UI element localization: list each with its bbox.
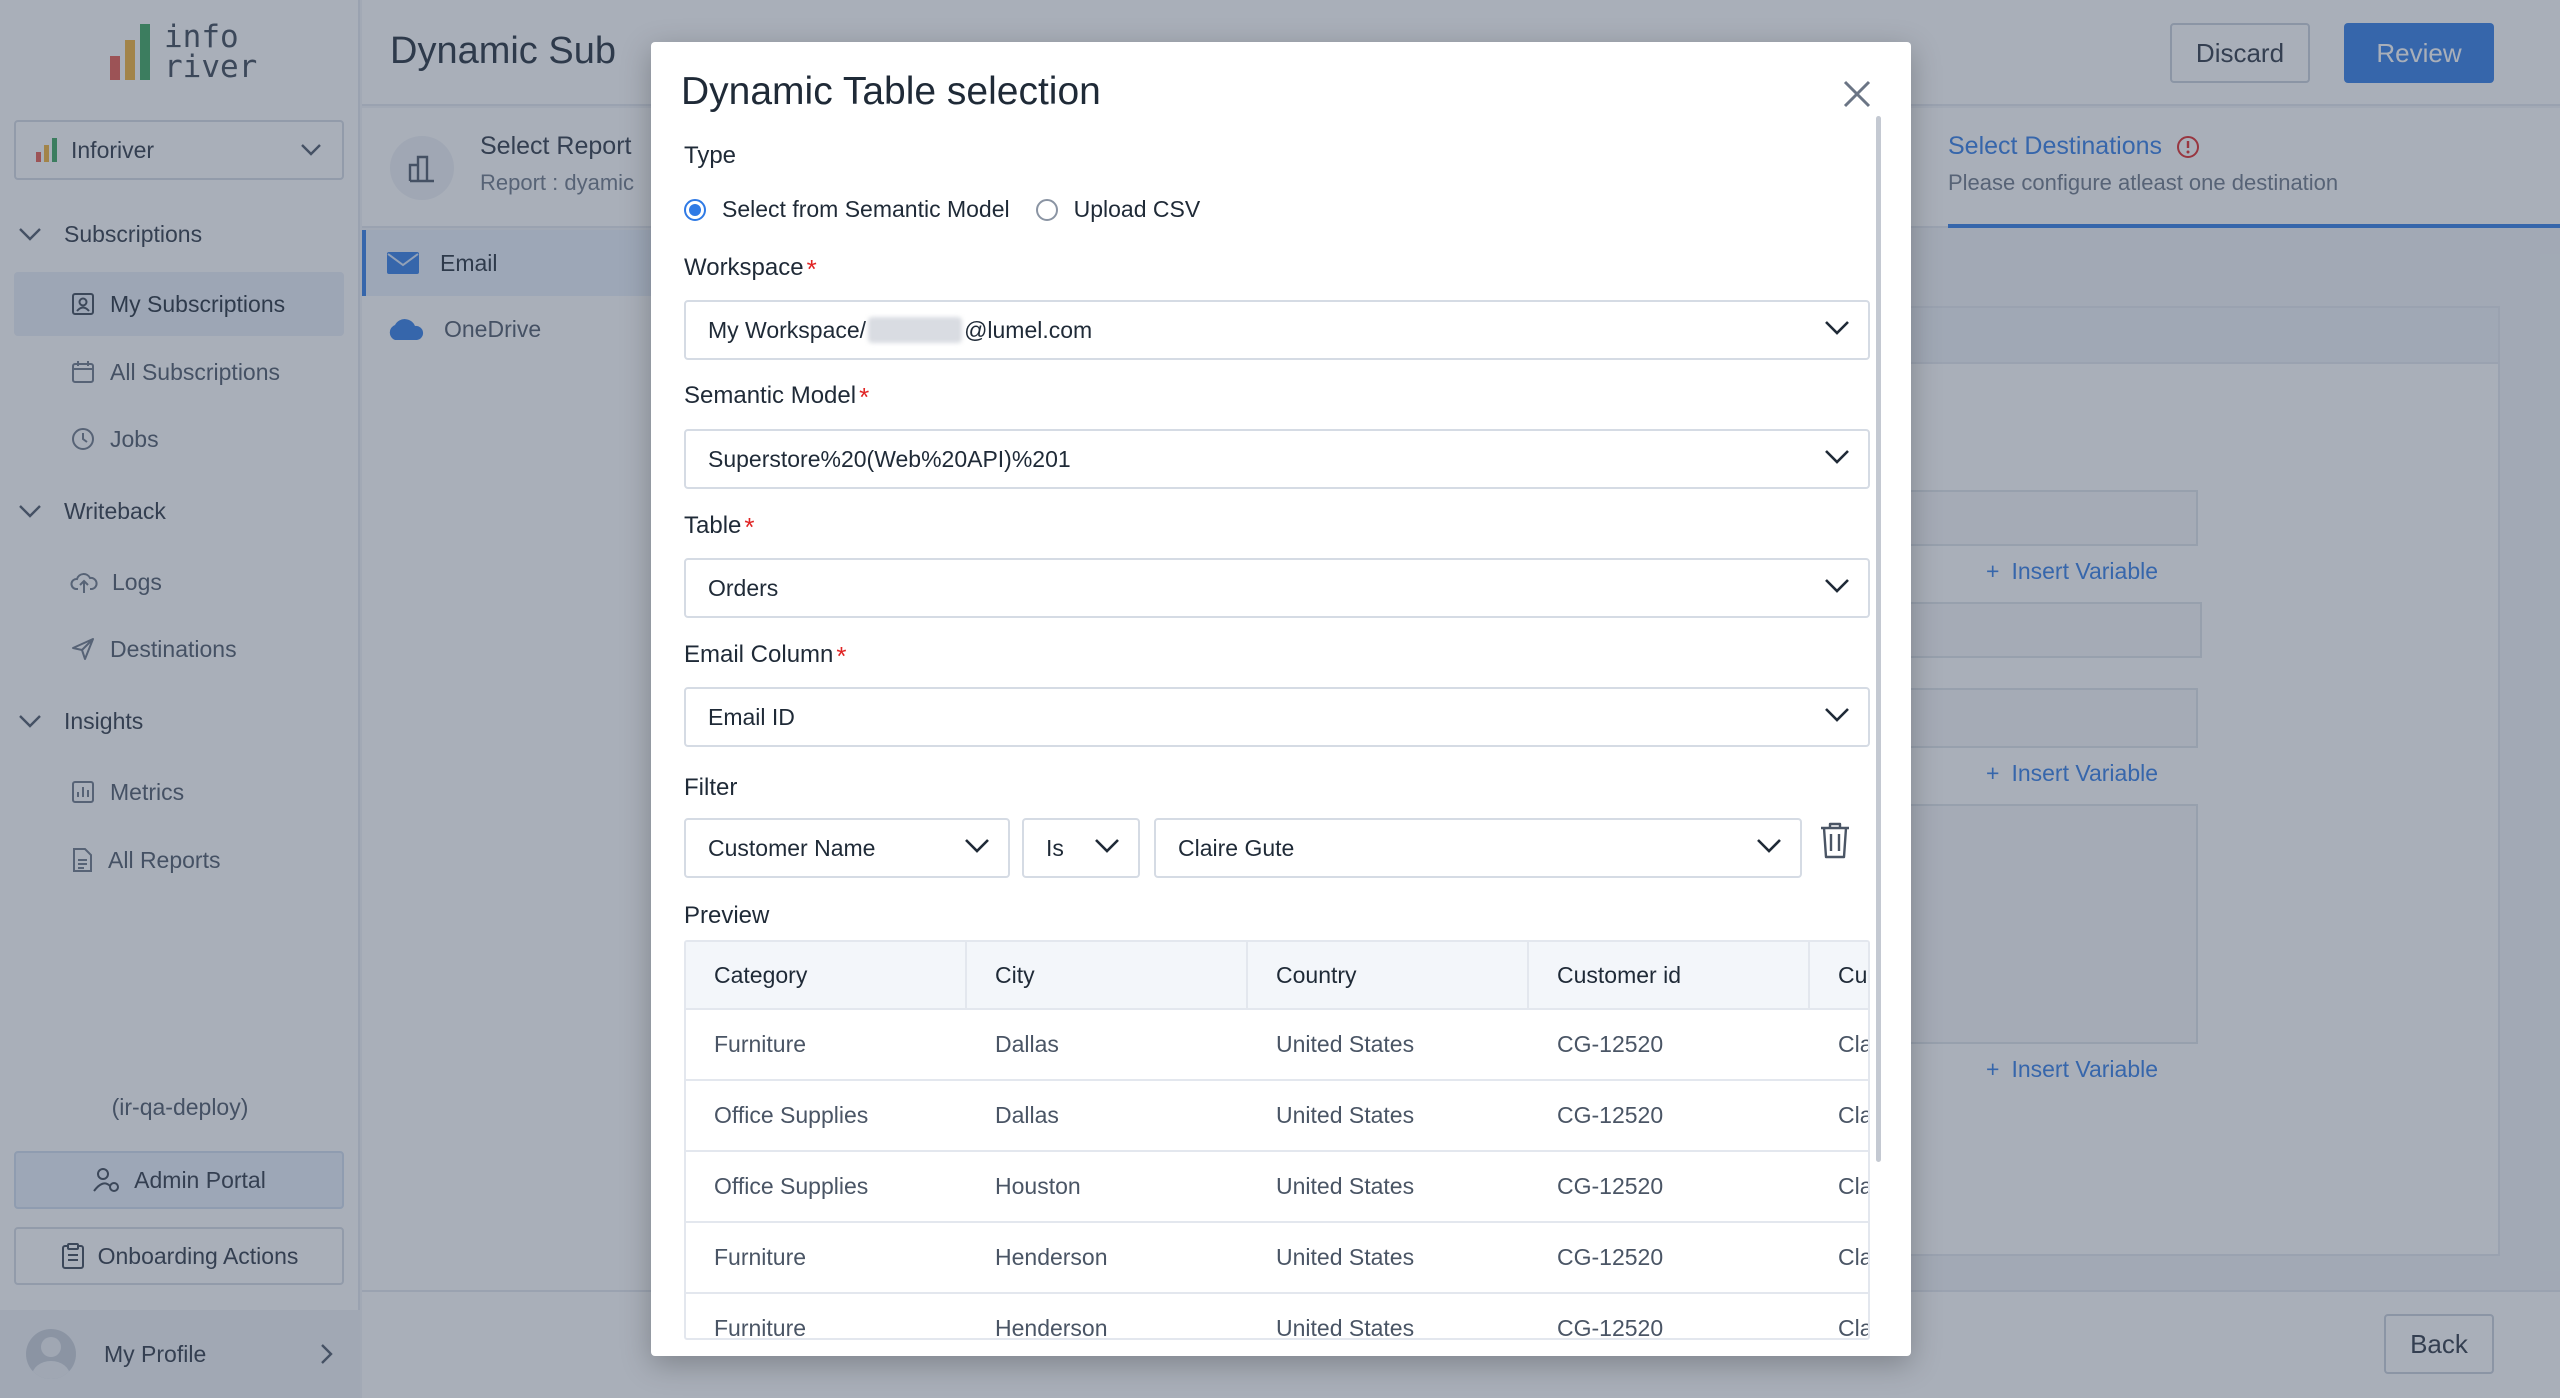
trash-icon[interactable]	[1818, 820, 1852, 860]
workspace-prefix: My Workspace/	[708, 316, 867, 343]
chevron-down-icon	[1825, 450, 1849, 464]
table-cell: Houston	[995, 1173, 1081, 1199]
radio-semantic-model[interactable]	[684, 198, 706, 221]
close-icon[interactable]	[1839, 76, 1875, 112]
table-row: Office Supplies Houston United States CG…	[686, 1152, 1868, 1223]
column-header: City	[967, 942, 1248, 1008]
redacted-username	[868, 317, 963, 343]
chevron-down-icon	[965, 839, 989, 853]
email-column-dropdown[interactable]: Email ID	[684, 687, 1870, 747]
table-cell: Office Supplies	[714, 1173, 869, 1199]
column-header: Category	[686, 942, 967, 1008]
semantic-model-value: Superstore%20(Web%20API)%201	[708, 445, 1071, 472]
table-header: Category City Country Customer id Cu	[686, 942, 1868, 1010]
table-row: Furniture Dallas United States CG-12520 …	[686, 1010, 1868, 1081]
chevron-down-icon	[1825, 579, 1849, 593]
table-cell: Furniture	[714, 1244, 807, 1270]
table-cell: Office Supplies	[714, 1102, 869, 1128]
table-cell: Cla	[1838, 1173, 1870, 1199]
radio-semantic-model-label[interactable]: Select from Semantic Model	[722, 196, 1010, 223]
chevron-down-icon	[1095, 839, 1119, 853]
table-cell: United States	[1276, 1173, 1415, 1199]
table-cell: Henderson	[995, 1315, 1108, 1340]
table-value: Orders	[708, 574, 779, 601]
chevron-down-icon	[1757, 839, 1781, 853]
chevron-down-icon	[1825, 321, 1849, 335]
table-cell: Cla	[1838, 1031, 1870, 1057]
table-cell: CG-12520	[1557, 1031, 1664, 1057]
filter-operator-dropdown[interactable]: Is	[1022, 818, 1140, 878]
email-column-label: Email Column *	[684, 641, 847, 672]
column-header: Cu	[1810, 942, 1868, 1008]
workspace-label-text: Workspace	[684, 254, 804, 281]
workspace-dropdown[interactable]: My Workspace/ @lumel.com	[684, 300, 1870, 360]
table-cell: Cla	[1838, 1102, 1870, 1128]
dialog-scrollbar[interactable]	[1876, 116, 1881, 1162]
table-label-text: Table	[684, 512, 742, 539]
table-cell: United States	[1276, 1244, 1415, 1270]
table-dropdown[interactable]: Orders	[684, 558, 1870, 618]
table-cell: United States	[1276, 1315, 1415, 1340]
table-cell: Dallas	[995, 1031, 1059, 1057]
email-column-label-text: Email Column	[684, 641, 834, 668]
required-marker: *	[806, 254, 817, 284]
table-cell: Furniture	[714, 1031, 807, 1057]
filter-value-dropdown[interactable]: Claire Gute	[1154, 818, 1802, 878]
filter-label: Filter	[684, 774, 738, 801]
filter-value: Claire Gute	[1178, 834, 1295, 861]
semantic-model-dropdown[interactable]: Superstore%20(Web%20API)%201	[684, 429, 1870, 489]
table-cell: United States	[1276, 1031, 1415, 1057]
radio-upload-csv[interactable]	[1035, 198, 1058, 221]
table-cell: Cla	[1838, 1315, 1870, 1340]
chevron-down-icon	[1825, 708, 1849, 722]
column-header: Country	[1248, 942, 1529, 1008]
type-label: Type	[684, 142, 737, 169]
table-cell: United States	[1276, 1102, 1415, 1128]
table-cell: CG-12520	[1557, 1102, 1664, 1128]
semantic-model-label: Semantic Model *	[684, 382, 869, 413]
filter-operator-value: Is	[1046, 834, 1064, 861]
table-row: Office Supplies Dallas United States CG-…	[686, 1081, 1868, 1152]
required-marker: *	[836, 641, 847, 671]
table-row: Furniture Henderson United States CG-125…	[686, 1294, 1870, 1340]
table-cell: Dallas	[995, 1102, 1059, 1128]
preview-label: Preview	[684, 902, 770, 929]
semantic-model-label-text: Semantic Model	[684, 382, 857, 409]
table-cell: CG-12520	[1557, 1315, 1664, 1340]
filter-field-dropdown[interactable]: Customer Name	[684, 818, 1010, 878]
table-row: Furniture Henderson United States CG-125…	[686, 1223, 1868, 1294]
table-cell: Cla	[1838, 1244, 1870, 1270]
column-header: Customer id	[1529, 942, 1810, 1008]
workspace-label: Workspace *	[684, 254, 817, 285]
email-column-value: Email ID	[708, 703, 795, 730]
radio-upload-csv-label[interactable]: Upload CSV	[1074, 196, 1201, 223]
required-marker: *	[859, 382, 870, 412]
table-cell: CG-12520	[1557, 1244, 1664, 1270]
required-marker: *	[744, 512, 755, 542]
table-cell: Furniture	[714, 1315, 807, 1340]
table-cell: Henderson	[995, 1244, 1108, 1270]
table-label: Table *	[684, 512, 755, 543]
workspace-suffix: @lumel.com	[964, 316, 1093, 343]
preview-table: Category City Country Customer id Cu Fur…	[684, 940, 1870, 1340]
dialog-title: Dynamic Table selection	[681, 70, 1101, 113]
filter-field-value: Customer Name	[708, 834, 876, 861]
dynamic-table-selection-dialog: Dynamic Table selection Type Select from…	[651, 42, 1911, 1356]
table-cell: CG-12520	[1557, 1173, 1664, 1199]
type-radio-group: Select from Semantic Model Upload CSV	[684, 196, 1200, 223]
